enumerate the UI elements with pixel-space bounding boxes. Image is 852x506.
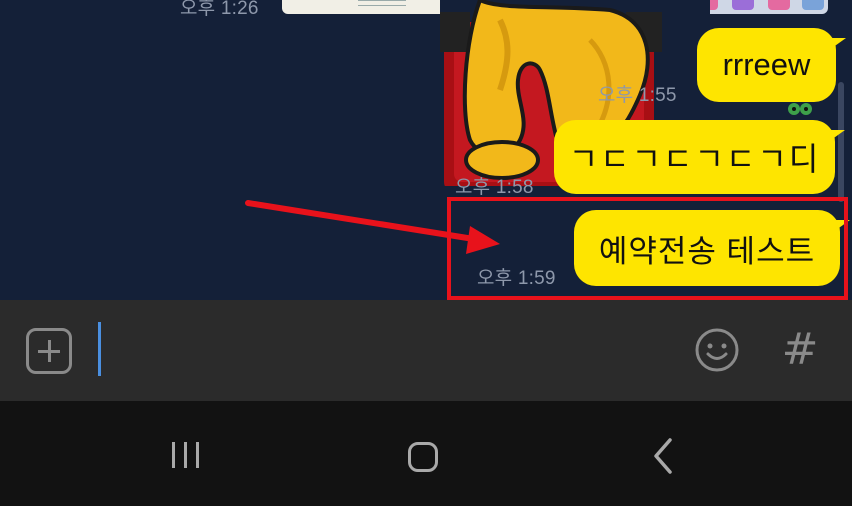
bubble-tail [831, 130, 845, 140]
bubble-tail [832, 38, 846, 48]
message-bubble[interactable]: rrreew [697, 28, 846, 102]
sticker-decoration [788, 103, 812, 115]
scrollbar[interactable] [838, 82, 844, 202]
hashtag-button[interactable]: # [780, 322, 820, 378]
text-cursor [98, 322, 101, 376]
message-text: ㄱㄷㄱㄷㄱㄷㄱ디 [568, 141, 821, 177]
message-time: 오후 1:55 [598, 85, 677, 106]
smiley-icon[interactable] [694, 327, 740, 373]
back-icon[interactable] [640, 430, 688, 478]
message-text: rrreew [722, 47, 811, 82]
chat-area: 오후 1:26 오후 1:55 rrreew 오후 1:58 ㄱㄷㄱㄷㄱㄷㄱ디 [0, 0, 852, 300]
home-icon[interactable] [402, 430, 450, 478]
message-input[interactable] [96, 320, 666, 378]
image-thumbnail[interactable] [282, 0, 462, 14]
highlight-box [447, 197, 848, 300]
message-time: 오후 1:26 [180, 0, 259, 19]
plus-square-icon[interactable] [26, 328, 72, 374]
message-time: 오후 1:58 [455, 177, 534, 198]
recent-apps-icon[interactable] [162, 430, 210, 478]
message-bubble[interactable]: ㄱㄷㄱㄷㄱㄷㄱ디 [554, 120, 845, 194]
